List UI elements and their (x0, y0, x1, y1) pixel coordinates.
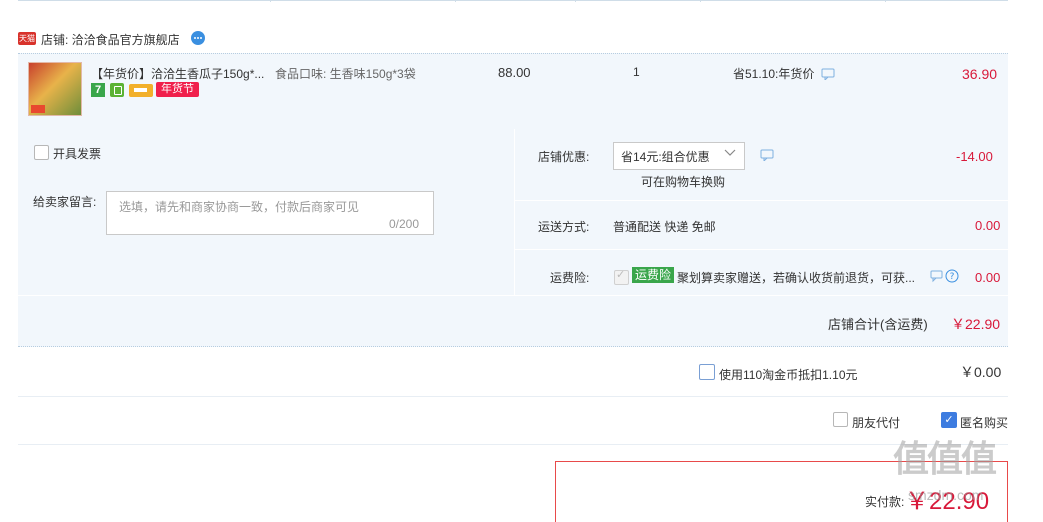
shop-name-link[interactable]: 店铺: 洽洽食品官方旗舰店 (41, 31, 180, 48)
seller-message-placeholder: 选填，请先和商家协商一致，付款后商家可见 (119, 200, 360, 214)
insurance-text: 聚划算卖家赠送，若确认收货前退货，可获... (677, 271, 916, 285)
item-title-link[interactable]: 【年货价】洽洽生香瓜子150g*... (91, 65, 264, 82)
shop-total-label: 店铺合计(含运费) (828, 317, 928, 332)
column-separator (270, 0, 271, 2)
shop-discount-note: 可在购物车换购 (641, 175, 726, 189)
shop-total-value: ￥22.90 (951, 316, 1001, 332)
shop-discount-amount: -14.00 (956, 149, 993, 164)
credit-card-icon (129, 84, 153, 97)
item-discount-text: 省51.10:年货价 (733, 67, 815, 81)
invoice-label[interactable]: 开具发票 (53, 145, 101, 162)
insurance-amount: 0.00 (975, 270, 1001, 285)
shop-discount-label: 店铺优惠: (538, 150, 590, 164)
new-year-festival-badge: 年货节 (156, 82, 199, 97)
anonymous-purchase-checkbox[interactable]: ✓ (941, 412, 957, 428)
insurance-label: 运费险: (550, 271, 590, 285)
comment-icon[interactable] (821, 68, 835, 82)
divider (18, 444, 1008, 445)
shipping-method: 普通配送 快递 免邮 (613, 220, 716, 234)
insurance-checkbox (614, 268, 629, 285)
item-quantity: 1 (633, 65, 640, 79)
tmall-badge-icon: 天猫 (18, 32, 36, 45)
phone-service-icon (110, 83, 124, 97)
seven-day-return-icon: 7 (91, 83, 105, 97)
insurance-badge: 运费险 (632, 267, 675, 283)
comment-help-icon[interactable]: ? (930, 269, 960, 283)
chevron-down-icon (724, 149, 736, 156)
taobao-coin-checkbox[interactable] (699, 364, 715, 380)
item-unit-price: 88.00 (498, 65, 531, 80)
item-sku: 食品口味: 生香味150g*3袋 (275, 67, 416, 81)
final-payment-label: 实付款: (865, 495, 905, 509)
shipping-amount: 0.00 (975, 218, 1001, 233)
shop-discount-selected: 省14元:组合优惠 (621, 150, 710, 164)
svg-text:?: ? (950, 272, 955, 282)
chat-bubble-icon[interactable] (189, 30, 207, 46)
friend-pay-checkbox[interactable] (833, 412, 848, 427)
taobao-coin-amount: ￥0.00 (960, 364, 1002, 380)
column-separator (575, 0, 576, 2)
item-subtotal: 36.90 (962, 66, 998, 82)
top-divider (18, 0, 1008, 1)
watermark: 值值值 (893, 438, 997, 479)
column-separator (885, 0, 886, 2)
message-label: 给卖家留言: (33, 195, 97, 209)
column-separator (700, 0, 701, 2)
anonymous-purchase-label[interactable]: 匿名购买 (960, 414, 1008, 431)
shipping-label: 运送方式: (538, 220, 590, 234)
divider (18, 396, 1008, 397)
comment-icon[interactable] (760, 149, 774, 161)
friend-pay-label[interactable]: 朋友代付 (852, 414, 900, 431)
message-char-count: 0/200 (389, 217, 420, 231)
watermark-url: smzdm.com (908, 487, 984, 503)
taobao-coin-label[interactable]: 使用110淘金币抵扣1.10元 (719, 366, 858, 383)
column-separator (455, 0, 456, 2)
item-discount-note: 省51.10:年货价 (733, 65, 835, 82)
invoice-checkbox[interactable] (34, 145, 49, 160)
product-thumbnail[interactable] (28, 62, 82, 116)
